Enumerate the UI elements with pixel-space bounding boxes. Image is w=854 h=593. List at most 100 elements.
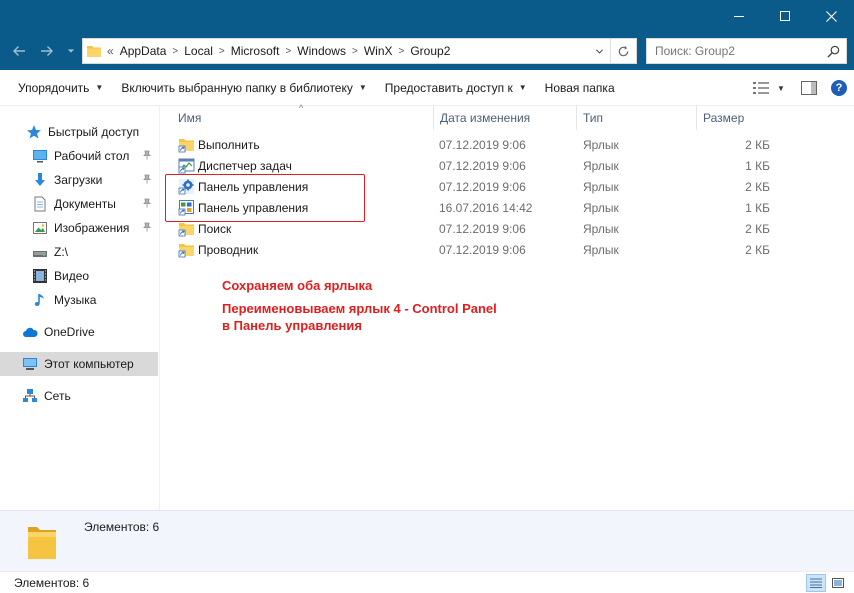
details-pane: Элементов: 6 bbox=[0, 510, 854, 571]
refresh-button[interactable] bbox=[610, 39, 636, 63]
column-header-label: Имя bbox=[178, 111, 202, 125]
breadcrumb-winx[interactable]: WinX bbox=[364, 44, 393, 58]
pin-icon[interactable] bbox=[142, 150, 152, 160]
preview-pane-button[interactable] bbox=[794, 76, 824, 100]
file-size: 1 КБ bbox=[745, 158, 770, 173]
sidebar-item-label: Видео bbox=[54, 269, 90, 283]
file-size: 2 КБ bbox=[745, 242, 770, 257]
address-bar[interactable]: « AppData > Local > Microsoft > Windows … bbox=[82, 38, 637, 64]
chevron-right-icon[interactable]: > bbox=[285, 46, 291, 57]
new-folder-button[interactable]: Новая папка bbox=[536, 70, 624, 106]
details-item-count: Элементов: 6 bbox=[84, 520, 160, 534]
file-type: Ярлык bbox=[583, 200, 619, 215]
column-header-label: Дата изменения bbox=[440, 111, 531, 125]
breadcrumb-microsoft[interactable]: Microsoft bbox=[231, 44, 280, 58]
organize-menu[interactable]: Упорядочить ▼ bbox=[0, 70, 112, 106]
maximize-button[interactable] bbox=[762, 0, 808, 32]
recent-locations-button[interactable] bbox=[64, 40, 78, 62]
desktop-icon bbox=[33, 150, 47, 163]
shortcut-icon bbox=[178, 244, 194, 258]
navigation-pane: Быстрый доступ Рабочий стол Загрузки Док… bbox=[0, 106, 160, 510]
breadcrumb-group2[interactable]: Group2 bbox=[410, 44, 450, 58]
table-row[interactable]: Проводник 07.12.2019 9:06 Ярлык 2 КБ bbox=[176, 239, 776, 260]
column-header-size[interactable]: Размер bbox=[696, 106, 806, 130]
details-view-button[interactable] bbox=[806, 574, 826, 592]
sidebar-item-label: Этот компьютер bbox=[44, 357, 134, 371]
include-library-label: Включить выбранную папку в библиотеку bbox=[121, 80, 353, 95]
file-date: 07.12.2019 9:06 bbox=[439, 221, 526, 236]
sidebar-item-music[interactable]: Музыка bbox=[0, 288, 158, 312]
breadcrumb-overflow[interactable]: « bbox=[107, 44, 114, 58]
column-header-name[interactable]: Имя bbox=[172, 106, 434, 130]
sidebar-item-desktop[interactable]: Рабочий стол bbox=[0, 144, 158, 168]
sidebar-item-network[interactable]: Сеть bbox=[0, 384, 158, 408]
video-icon bbox=[33, 269, 47, 283]
file-type: Ярлык bbox=[583, 137, 619, 152]
large-icons-view-button[interactable] bbox=[828, 574, 848, 592]
file-name: Проводник bbox=[198, 242, 259, 257]
file-date: 07.12.2019 9:06 bbox=[439, 242, 526, 257]
column-header-type[interactable]: Тип bbox=[576, 106, 696, 130]
highlight-box bbox=[165, 174, 365, 222]
document-icon bbox=[34, 196, 46, 212]
sidebar-item-pictures[interactable]: Изображения bbox=[0, 216, 158, 240]
table-row[interactable]: Диспетчер задач 07.12.2019 9:06 Ярлык 1 … bbox=[176, 155, 776, 176]
folder-icon bbox=[28, 527, 56, 559]
breadcrumb: « AppData > Local > Microsoft > Windows … bbox=[105, 44, 450, 58]
drive-icon bbox=[33, 251, 47, 257]
sidebar-item-onedrive[interactable]: OneDrive bbox=[0, 320, 158, 344]
file-name: Диспетчер задач bbox=[198, 158, 292, 173]
minimize-button[interactable] bbox=[716, 0, 762, 32]
file-size: 2 КБ bbox=[745, 179, 770, 194]
view-options-button[interactable]: ▼ bbox=[744, 76, 794, 100]
sidebar-item-quick-access[interactable]: Быстрый доступ bbox=[0, 120, 158, 144]
address-history-button[interactable] bbox=[588, 39, 610, 63]
sidebar-item-label: Загрузки bbox=[54, 173, 103, 187]
sidebar-item-documents[interactable]: Документы bbox=[0, 192, 158, 216]
table-row[interactable]: Выполнить 07.12.2019 9:06 Ярлык 2 КБ bbox=[176, 134, 776, 155]
chevron-down-icon bbox=[595, 48, 603, 54]
computer-icon bbox=[23, 358, 37, 370]
chevron-right-icon[interactable]: > bbox=[399, 46, 405, 57]
minimize-icon bbox=[734, 15, 744, 17]
sidebar-item-this-pc[interactable]: Этот компьютер bbox=[0, 352, 158, 376]
breadcrumb-local[interactable]: Local bbox=[184, 44, 213, 58]
column-header-label: Размер bbox=[703, 111, 745, 125]
search-box[interactable] bbox=[646, 38, 847, 64]
share-label: Предоставить доступ к bbox=[384, 80, 513, 95]
column-header-label: Тип bbox=[583, 111, 604, 125]
back-button[interactable] bbox=[8, 40, 30, 62]
close-button[interactable] bbox=[808, 0, 854, 32]
breadcrumb-appdata[interactable]: AppData bbox=[120, 44, 167, 58]
sidebar-item-label: Документы bbox=[54, 197, 116, 211]
pin-icon[interactable] bbox=[142, 222, 152, 232]
close-icon bbox=[825, 10, 837, 22]
pin-icon[interactable] bbox=[142, 174, 152, 184]
column-header-date[interactable]: Дата изменения bbox=[433, 106, 577, 130]
file-size: 2 КБ bbox=[745, 221, 770, 236]
forward-button[interactable] bbox=[36, 40, 58, 62]
breadcrumb-windows[interactable]: Windows bbox=[297, 44, 346, 58]
search-input[interactable] bbox=[655, 44, 815, 58]
share-menu[interactable]: Предоставить доступ к ▼ bbox=[376, 70, 536, 106]
download-icon bbox=[35, 173, 45, 186]
chevron-right-icon[interactable]: > bbox=[352, 46, 358, 57]
search-icon bbox=[827, 45, 840, 58]
file-size: 1 КБ bbox=[745, 200, 770, 215]
details-view-icon bbox=[810, 578, 822, 588]
sidebar-item-downloads[interactable]: Загрузки bbox=[0, 168, 158, 192]
status-item-count: Элементов: 6 bbox=[14, 575, 90, 590]
file-name: Выполнить bbox=[198, 137, 260, 152]
chevron-right-icon[interactable]: > bbox=[219, 46, 225, 57]
pin-icon[interactable] bbox=[142, 198, 152, 208]
file-type: Ярлык bbox=[583, 242, 619, 257]
preview-pane-icon bbox=[801, 81, 817, 95]
chevron-right-icon[interactable]: > bbox=[172, 46, 178, 57]
sidebar-item-drive-z[interactable]: Z:\ bbox=[0, 240, 158, 264]
annotation-text: Переименовываем ярлык 4 - Control Panel bbox=[222, 301, 497, 316]
sidebar-item-videos[interactable]: Видео bbox=[0, 264, 158, 288]
help-button[interactable]: ? bbox=[824, 76, 854, 100]
music-icon bbox=[34, 294, 44, 306]
large-icons-view-icon bbox=[832, 578, 844, 588]
include-in-library-menu[interactable]: Включить выбранную папку в библиотеку ▼ bbox=[112, 70, 375, 106]
